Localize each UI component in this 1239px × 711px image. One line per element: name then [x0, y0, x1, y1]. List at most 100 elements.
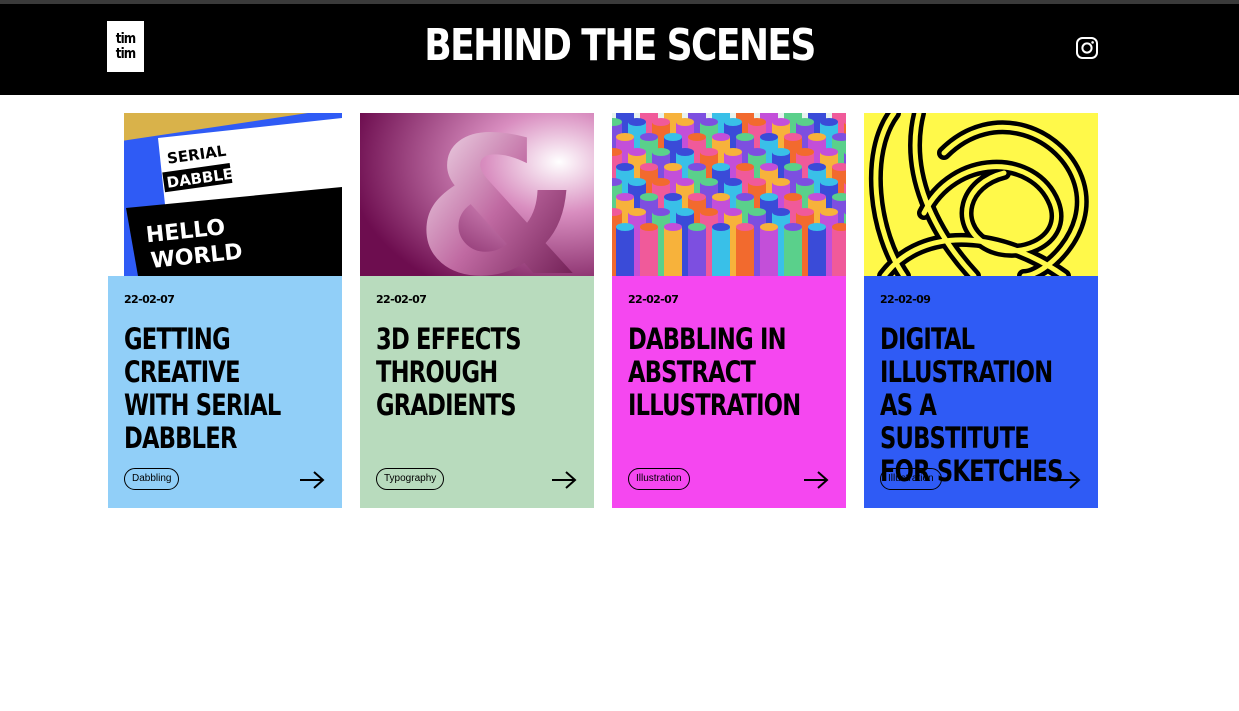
- decorative-cylinder-top: [772, 178, 790, 186]
- decorative-cylinder-top: [640, 193, 658, 201]
- decorative-cylinder-top: [688, 133, 706, 141]
- decorative-cylinder-top: [820, 148, 838, 156]
- card-title[interactable]: 3D EFFECTS THROUGH GRADIENTS: [376, 323, 563, 422]
- decorative-cylinder-top: [652, 118, 670, 126]
- decorative-cylinder-top: [640, 133, 658, 141]
- decorative-cylinder: [760, 227, 778, 276]
- card-tag[interactable]: Typography: [376, 468, 445, 490]
- decorative-cylinder: [664, 227, 682, 276]
- decorative-cylinder-top: [688, 223, 706, 231]
- decorative-cylinder-top: [808, 193, 826, 201]
- decorative-cylinder-top: [676, 178, 694, 186]
- decorative-cylinder-top: [784, 193, 802, 201]
- image-ampersand-glyph: &: [415, 113, 581, 276]
- decorative-cylinder-top: [640, 163, 658, 171]
- decorative-cylinder-top: [688, 193, 706, 201]
- decorative-cylinder-top: [712, 193, 730, 201]
- decorative-cylinder-top: [724, 148, 742, 156]
- decorative-cylinder-top: [748, 208, 766, 216]
- decorative-cylinder-top: [736, 133, 754, 141]
- decorative-cylinder-top: [748, 178, 766, 186]
- decorative-cylinder-top: [772, 148, 790, 156]
- decorative-cylinder-top: [760, 163, 778, 171]
- decorative-cylinder-top: [664, 193, 682, 201]
- decorative-cylinder-top: [796, 118, 814, 126]
- decorative-cylinder: [832, 227, 846, 276]
- decorative-cylinder-top: [616, 163, 634, 171]
- arrow-right-icon[interactable]: [550, 470, 578, 490]
- decorative-cylinder-top: [796, 208, 814, 216]
- decorative-cylinder-top: [628, 178, 646, 186]
- card-date: 22-02-09: [880, 293, 931, 306]
- page-title: BEHIND THE SCENES: [424, 20, 816, 71]
- decorative-cylinder-top: [688, 163, 706, 171]
- decorative-cylinder-top: [808, 223, 826, 231]
- decorative-cylinder-top: [760, 133, 778, 141]
- decorative-cylinder-top: [652, 178, 670, 186]
- decorative-cylinder-top: [676, 148, 694, 156]
- card-tag[interactable]: Dabbling: [124, 468, 180, 490]
- card-tag[interactable]: Illustration: [880, 468, 942, 490]
- decorative-cylinder-top: [628, 208, 646, 216]
- decorative-cylinder-top: [724, 118, 742, 126]
- decorative-cylinder-top: [700, 208, 718, 216]
- decorative-cylinder-top: [808, 163, 826, 171]
- decorative-cylinder-top: [652, 208, 670, 216]
- decorative-cylinder-top: [772, 118, 790, 126]
- decorative-cylinder-top: [664, 223, 682, 231]
- decorative-cylinder: [784, 227, 802, 276]
- article-card-3d-effects[interactable]: & 22-02-07 3D EFFECTS THROUGH GRADIENTS …: [360, 113, 594, 508]
- decorative-cylinder: [808, 227, 826, 276]
- arrow-right-icon[interactable]: [1054, 470, 1082, 490]
- decorative-cylinder-top: [748, 148, 766, 156]
- decorative-cylinder-top: [808, 133, 826, 141]
- decorative-cylinder-top: [616, 223, 634, 231]
- decorative-cylinder-top: [724, 208, 742, 216]
- article-card-serial-dabbler[interactable]: SERIAL DABBLER HELLO WORLD 22-02-07 GETT…: [108, 113, 342, 508]
- card-image-knot: [864, 113, 1098, 276]
- decorative-cylinder-top: [784, 133, 802, 141]
- decorative-cylinder-top: [760, 223, 778, 231]
- decorative-cylinder-top: [712, 223, 730, 231]
- article-card-abstract-illustration[interactable]: 22-02-07 DABBLING IN ABSTRACT ILLUSTRATI…: [612, 113, 846, 508]
- card-date: 22-02-07: [628, 293, 679, 306]
- site-header: tim tim BEHIND THE SCENES: [0, 4, 1239, 95]
- card-image-serial-dabbler: SERIAL DABBLER HELLO WORLD: [108, 113, 342, 276]
- instagram-icon[interactable]: [1075, 36, 1099, 60]
- card-image-cylinders: [612, 113, 846, 276]
- article-card-digital-illustration[interactable]: 22-02-09 DIGITAL ILLUSTRATION AS A SUBST…: [864, 113, 1098, 508]
- card-title[interactable]: GETTING CREATIVE WITH SERIAL DABBLER: [124, 323, 311, 455]
- decorative-cylinder-top: [796, 178, 814, 186]
- decorative-cylinder-top: [676, 118, 694, 126]
- decorative-cylinder-top: [616, 133, 634, 141]
- decorative-cylinder-top: [796, 148, 814, 156]
- decorative-cylinder-top: [712, 133, 730, 141]
- card-title[interactable]: DABBLING IN ABSTRACT ILLUSTRATION: [628, 323, 815, 422]
- card-date: 22-02-07: [124, 293, 175, 306]
- decorative-cylinder-top: [748, 118, 766, 126]
- card-date: 22-02-07: [376, 293, 427, 306]
- decorative-cylinder-top: [700, 178, 718, 186]
- decorative-cylinder-top: [712, 163, 730, 171]
- decorative-cylinder: [688, 227, 706, 276]
- decorative-cylinder-top: [616, 193, 634, 201]
- card-title[interactable]: DIGITAL ILLUSTRATION AS A SUBSTITUTE FOR…: [880, 323, 1067, 488]
- decorative-cylinder-top: [664, 163, 682, 171]
- arrow-right-icon[interactable]: [802, 470, 830, 490]
- decorative-cylinder: [736, 227, 754, 276]
- decorative-cylinder-top: [700, 148, 718, 156]
- decorative-cylinder-top: [784, 223, 802, 231]
- decorative-cylinder-top: [736, 223, 754, 231]
- decorative-cylinder: [640, 227, 658, 276]
- decorative-cylinder-top: [640, 223, 658, 231]
- decorative-cylinder-top: [760, 193, 778, 201]
- arrow-right-icon[interactable]: [298, 470, 326, 490]
- decorative-cylinder-top: [736, 163, 754, 171]
- decorative-cylinder-top: [724, 178, 742, 186]
- card-image-ampersand: &: [360, 113, 594, 276]
- card-tag[interactable]: Illustration: [628, 468, 690, 490]
- decorative-cylinder-top: [700, 118, 718, 126]
- decorative-cylinder-top: [628, 118, 646, 126]
- decorative-cylinder-top: [820, 208, 838, 216]
- decorative-cylinder-top: [676, 208, 694, 216]
